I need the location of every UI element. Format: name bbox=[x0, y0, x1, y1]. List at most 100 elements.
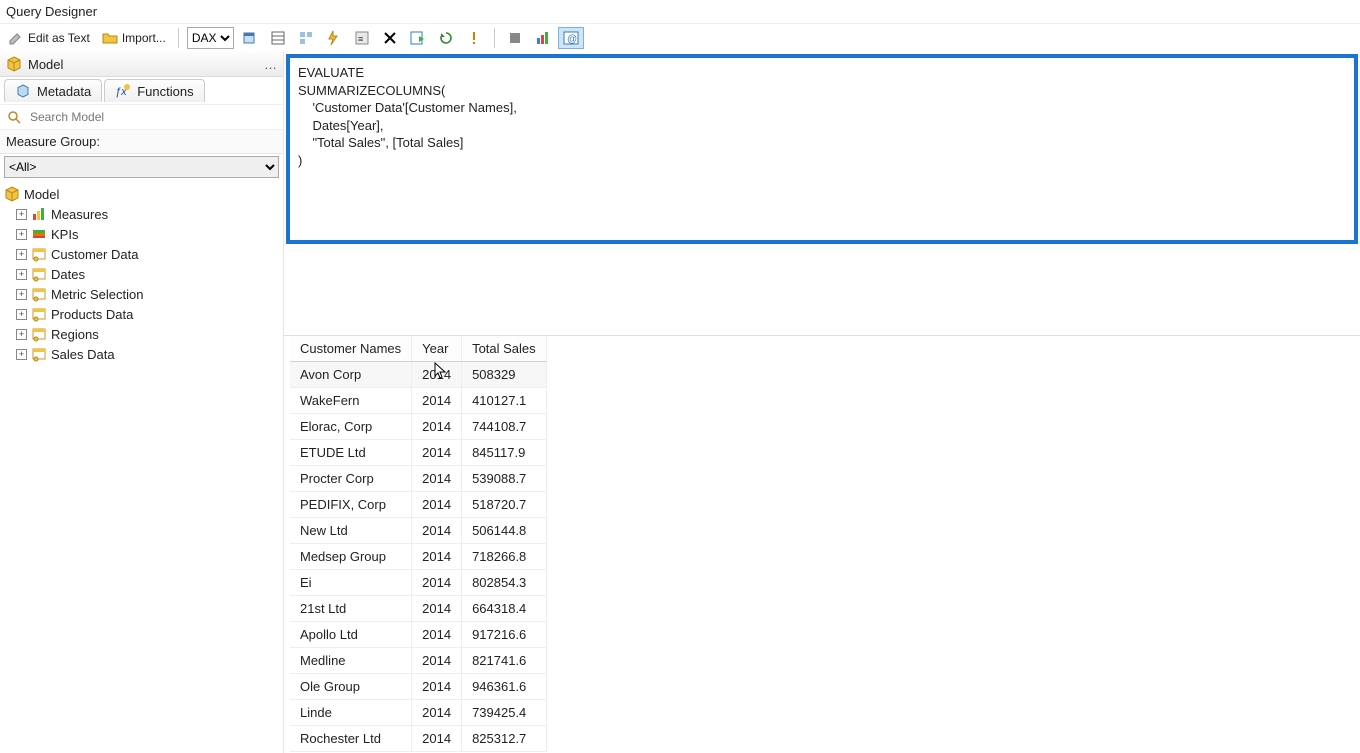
table-row[interactable]: Medsep Group2014718266.8 bbox=[290, 544, 546, 570]
cell: 2014 bbox=[412, 570, 462, 596]
command-type-select[interactable]: DAX bbox=[187, 27, 234, 49]
cell: 2014 bbox=[412, 726, 462, 752]
fx-icon: ƒx bbox=[115, 83, 131, 99]
edit-as-text-button[interactable]: Edit as Text bbox=[4, 28, 94, 48]
delete-button[interactable] bbox=[378, 28, 402, 48]
expand-icon[interactable]: + bbox=[16, 209, 27, 220]
table-row[interactable]: Rochester Ltd2014825312.7 bbox=[290, 726, 546, 752]
cell: 739425.4 bbox=[462, 700, 547, 726]
panel-header-label: Model bbox=[28, 57, 63, 72]
cell: 2014 bbox=[412, 466, 462, 492]
tree-item-label: Measures bbox=[51, 207, 108, 222]
bar-chart-icon bbox=[535, 30, 551, 46]
cell: 2014 bbox=[412, 518, 462, 544]
stop-button[interactable] bbox=[503, 28, 527, 48]
cancel-button[interactable] bbox=[434, 28, 458, 48]
table-icon bbox=[31, 246, 47, 262]
expand-icon[interactable]: + bbox=[16, 289, 27, 300]
tree-item[interactable]: +Metric Selection bbox=[2, 284, 281, 304]
column-header[interactable]: Year bbox=[412, 336, 462, 362]
search-row bbox=[0, 104, 283, 130]
expand-icon[interactable]: + bbox=[16, 309, 27, 320]
data-grid-icon bbox=[270, 30, 286, 46]
table-row[interactable]: Medline2014821741.6 bbox=[290, 648, 546, 674]
show-calculated-button[interactable]: ≡ bbox=[350, 28, 374, 48]
tree-item[interactable]: + Regions bbox=[2, 324, 281, 344]
run-sheet-icon bbox=[410, 30, 426, 46]
column-header[interactable]: Total Sales bbox=[462, 336, 547, 362]
tree-item-label: Dates bbox=[51, 267, 85, 282]
parameters-button[interactable]: @ bbox=[559, 28, 583, 48]
window-title: Query Designer bbox=[0, 0, 1360, 23]
cell: 718266.8 bbox=[462, 544, 547, 570]
expand-icon[interactable]: + bbox=[16, 349, 27, 360]
query-editor[interactable]: EVALUATE SUMMARIZECOLUMNS( 'Customer Dat… bbox=[286, 54, 1358, 244]
tree-item[interactable]: + Dates bbox=[2, 264, 281, 284]
show-aggregations-button[interactable] bbox=[266, 28, 290, 48]
cell: 2014 bbox=[412, 648, 462, 674]
refresh-fields-button[interactable] bbox=[238, 28, 262, 48]
tree-root-model[interactable]: Model bbox=[2, 184, 281, 204]
table-row[interactable]: ETUDE Ltd2014845117.9 bbox=[290, 440, 546, 466]
table-icon bbox=[31, 266, 47, 282]
table-row[interactable]: Procter Corp2014539088.7 bbox=[290, 466, 546, 492]
expand-icon[interactable]: + bbox=[16, 249, 27, 260]
table-row[interactable]: Avon Corp2014508329 bbox=[290, 362, 546, 388]
cell: 2014 bbox=[412, 674, 462, 700]
execute-button[interactable] bbox=[406, 28, 430, 48]
expand-icon[interactable]: + bbox=[16, 329, 27, 340]
expand-icon[interactable]: + bbox=[16, 229, 27, 240]
table-row[interactable]: New Ltd2014506144.8 bbox=[290, 518, 546, 544]
cell: 21st Ltd bbox=[290, 596, 412, 622]
cube-icon bbox=[4, 186, 20, 202]
cell: ETUDE Ltd bbox=[290, 440, 412, 466]
design-mode-button[interactable] bbox=[462, 28, 486, 48]
panel-menu-button[interactable]: … bbox=[264, 57, 277, 72]
cell: Linde bbox=[290, 700, 412, 726]
x-icon bbox=[382, 30, 398, 46]
cell: 825312.7 bbox=[462, 726, 547, 752]
kpis-icon bbox=[31, 226, 47, 242]
table-icon bbox=[31, 326, 47, 342]
table-row[interactable]: Ole Group2014946361.6 bbox=[290, 674, 546, 700]
cell: PEDIFIX, Corp bbox=[290, 492, 412, 518]
tree-item[interactable]: +Customer Data bbox=[2, 244, 281, 264]
show-empty-cells-button[interactable] bbox=[294, 28, 318, 48]
cell: 410127.1 bbox=[462, 388, 547, 414]
tab-metadata[interactable]: Metadata bbox=[4, 79, 102, 102]
stop-icon bbox=[507, 30, 523, 46]
cell: Apollo Ltd bbox=[290, 622, 412, 648]
cell: Medline bbox=[290, 648, 412, 674]
table-row[interactable]: Ei2014802854.3 bbox=[290, 570, 546, 596]
tree-item[interactable]: + Products Data bbox=[2, 304, 281, 324]
table-row[interactable]: Apollo Ltd2014917216.6 bbox=[290, 622, 546, 648]
tree-item-label: Regions bbox=[51, 327, 99, 342]
cell: Avon Corp bbox=[290, 362, 412, 388]
cell: Ole Group bbox=[290, 674, 412, 700]
cell: 2014 bbox=[412, 440, 462, 466]
toolbar: Edit as Text Import... DAX ≡ @ bbox=[0, 23, 1360, 52]
auto-execute-button[interactable] bbox=[322, 28, 346, 48]
toolbar-separator bbox=[178, 28, 179, 48]
table-row[interactable]: Linde2014739425.4 bbox=[290, 700, 546, 726]
tab-functions[interactable]: ƒx Functions bbox=[104, 79, 204, 102]
tree-item[interactable]: + Measures bbox=[2, 204, 281, 224]
cell: Rochester Ltd bbox=[290, 726, 412, 752]
table-row[interactable]: WakeFern2014410127.1 bbox=[290, 388, 546, 414]
chart-button[interactable] bbox=[531, 28, 555, 48]
search-input[interactable] bbox=[28, 109, 277, 125]
table-row[interactable]: Elorac, Corp2014744108.7 bbox=[290, 414, 546, 440]
cell: 2014 bbox=[412, 700, 462, 726]
cell: 802854.3 bbox=[462, 570, 547, 596]
table-row[interactable]: PEDIFIX, Corp2014518720.7 bbox=[290, 492, 546, 518]
table-icon bbox=[31, 346, 47, 362]
tree-item[interactable]: +Sales Data bbox=[2, 344, 281, 364]
tree-item-label: KPIs bbox=[51, 227, 78, 242]
column-header[interactable]: Customer Names bbox=[290, 336, 412, 362]
expand-icon[interactable]: + bbox=[16, 269, 27, 280]
tree-item-label: Products Data bbox=[51, 307, 133, 322]
import-button[interactable]: Import... bbox=[98, 28, 170, 48]
tree-item[interactable]: + KPIs bbox=[2, 224, 281, 244]
table-row[interactable]: 21st Ltd2014664318.4 bbox=[290, 596, 546, 622]
measure-group-select[interactable]: <All> bbox=[4, 156, 279, 178]
